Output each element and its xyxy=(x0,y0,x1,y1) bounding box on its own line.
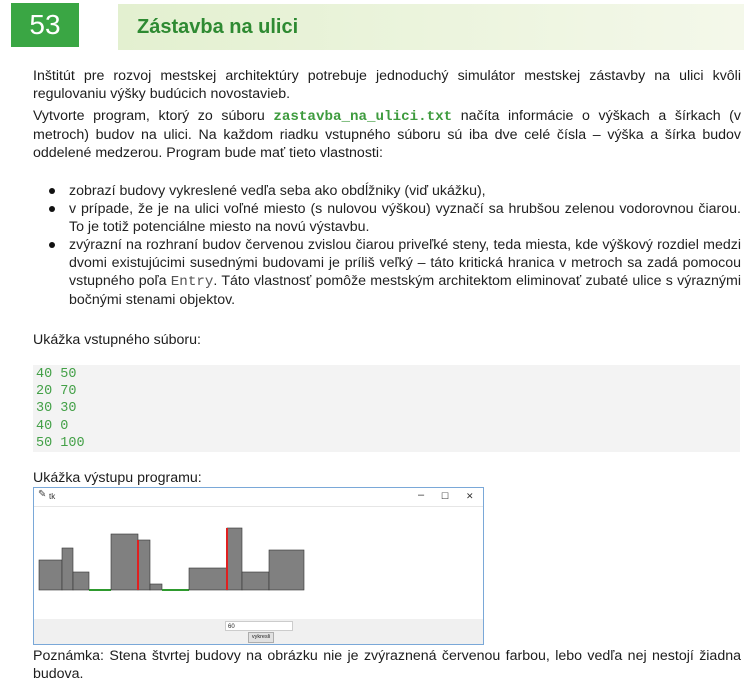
title-bar: Zástavba na ulici xyxy=(118,4,744,50)
building-rect xyxy=(226,527,243,591)
building-rect xyxy=(137,539,151,591)
close-icon[interactable]: ✕ xyxy=(466,491,474,502)
window-titlebar: ✎ tk – ☐ ✕ xyxy=(34,488,483,507)
maximize-icon[interactable]: ☐ xyxy=(441,491,449,502)
code-line: 40 50 xyxy=(36,367,77,382)
tk-window: ✎ tk – ☐ ✕ 60 vykresli xyxy=(33,487,484,645)
building-rect xyxy=(61,547,74,591)
height-limit-input[interactable]: 60 xyxy=(225,621,293,631)
list-item: v prípade, že je na ulici voľné miesto (… xyxy=(33,200,741,236)
list-item: zobrazí budovy vykreslené vedľa seba ako… xyxy=(33,182,741,200)
draw-button[interactable]: vykresli xyxy=(248,632,274,643)
code-line: 50 100 xyxy=(36,435,85,451)
input-code-block: 40 50 20 70 30 30 40 0 50 100 xyxy=(33,365,740,452)
note-paragraph: Poznámka: Stena štvrtej budovy na obrázk… xyxy=(33,648,741,682)
code-line: 20 70 xyxy=(36,384,77,400)
entry-code: Entry xyxy=(170,274,214,290)
intro-paragraph-1: Inštitút pre rozvoj mestskej architektúr… xyxy=(33,68,741,102)
list-item: zvýrazní na rozhraní budov červenou zvis… xyxy=(33,236,741,309)
building-rect xyxy=(268,549,305,591)
building-rect xyxy=(188,567,228,591)
file-name-code: zastavba_na_ulici.txt xyxy=(273,109,453,125)
p2-text-a: Vytvorte program, ktorý zo súboru xyxy=(33,108,274,124)
intro-paragraph-2: Vytvorte program, ktorý zo súboru zastav… xyxy=(33,107,741,162)
page-title: Zástavba na ulici xyxy=(137,15,299,38)
building-rect xyxy=(38,559,63,591)
building-rect xyxy=(110,533,139,591)
code-line: 30 30 xyxy=(36,401,77,417)
exercise-number: 53 xyxy=(11,3,79,47)
building-rect xyxy=(241,571,270,591)
input-example-label: Ukážka vstupného súboru: xyxy=(33,332,201,348)
street-svg xyxy=(38,527,305,591)
feather-icon: ✎ xyxy=(38,489,47,500)
building-rect xyxy=(72,571,90,591)
drawing-canvas xyxy=(34,507,483,619)
building-rect xyxy=(149,583,163,591)
code-line: 40 0 xyxy=(36,418,69,434)
window-title: tk xyxy=(49,492,56,501)
feature-list: zobrazí budovy vykreslené vedľa seba ako… xyxy=(33,182,741,309)
minimize-icon[interactable]: – xyxy=(418,489,424,501)
output-example-label: Ukážka výstupu programu: xyxy=(33,470,202,486)
